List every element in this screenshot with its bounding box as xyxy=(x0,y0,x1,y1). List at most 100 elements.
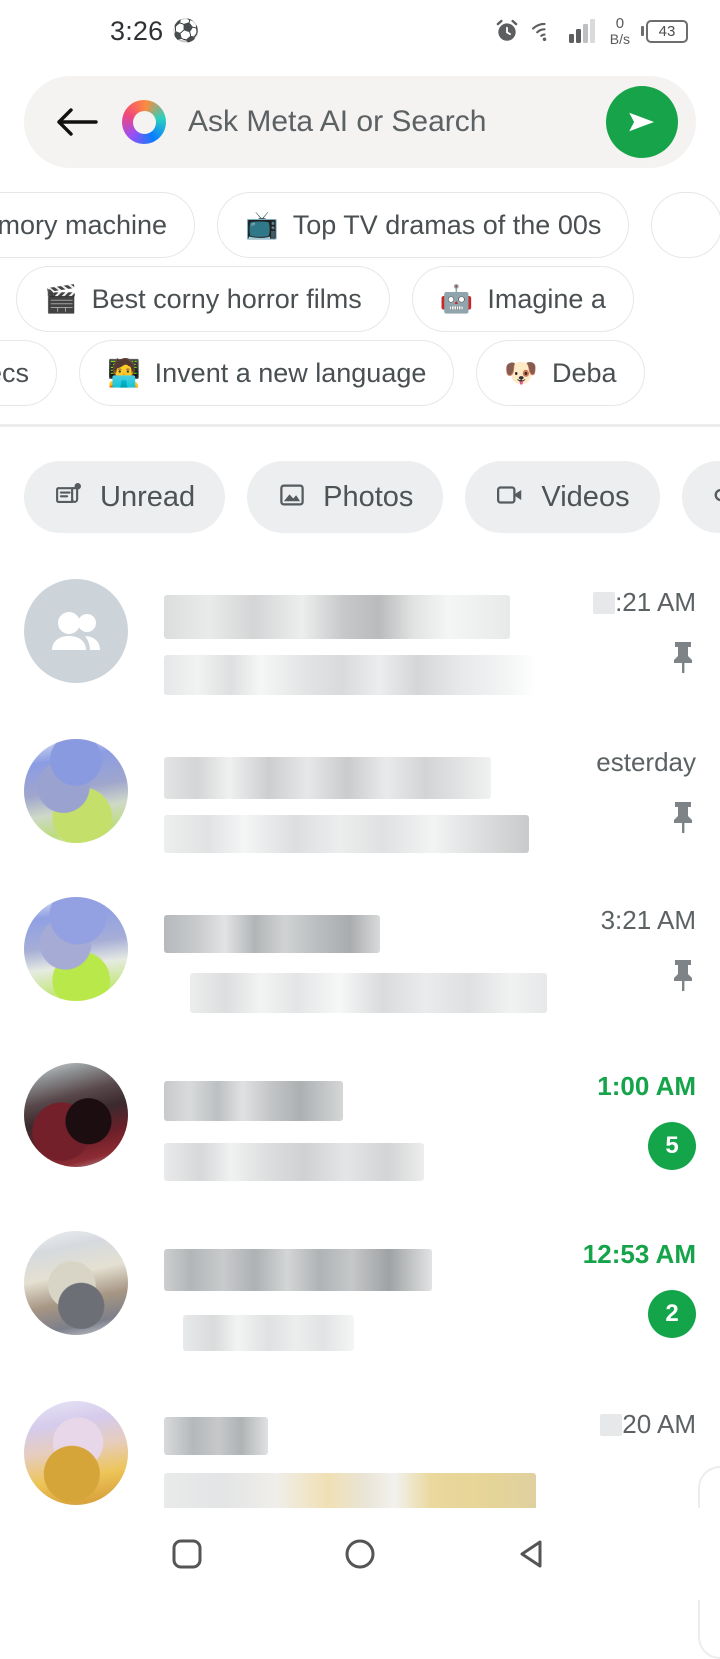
suggestion-chip-label: Deba xyxy=(552,357,617,388)
suggestion-chip[interactable]: memory machine xyxy=(0,192,196,258)
chat-list-item[interactable]: :21 AM xyxy=(0,573,720,695)
suggestion-chip[interactable]: 🐶 Deba xyxy=(476,340,645,406)
ai-suggestion-chips: memory machine 📺 Top TV dramas of the 00… xyxy=(0,168,720,410)
link-icon xyxy=(712,480,720,515)
unread-badge: 2 xyxy=(648,1290,696,1338)
photo-icon xyxy=(277,480,307,515)
filter-chip-label: Unread xyxy=(100,480,196,513)
suggestion-row-1: memory machine 📺 Top TV dramas of the 00… xyxy=(0,188,720,262)
back-triangle-icon[interactable] xyxy=(496,1517,570,1591)
avatar-pixelated-image xyxy=(24,1231,128,1335)
avatar[interactable] xyxy=(24,1231,128,1335)
suggestion-chip[interactable]: 🧑‍💻 Invent a new language xyxy=(79,340,455,406)
chat-meta-block: esterday xyxy=(546,733,696,853)
status-bar-right: 0 B/s 43 xyxy=(494,16,688,46)
recents-square-icon[interactable] xyxy=(150,1517,224,1591)
filter-chip-unread[interactable]: Unread xyxy=(24,461,226,533)
wifi-icon xyxy=(531,20,558,42)
chat-preview-redacted xyxy=(164,815,529,853)
search-input[interactable]: Ask Meta AI or Search xyxy=(188,105,606,139)
search-bar-container: Ask Meta AI or Search xyxy=(0,62,720,168)
timestamp-redaction xyxy=(600,1414,623,1436)
chat-text-block xyxy=(128,1225,546,1351)
chat-text-block xyxy=(128,733,546,853)
alarm-clock-icon xyxy=(494,18,520,44)
filter-chip-label: Photos xyxy=(323,480,414,513)
status-time: 3:26 xyxy=(110,15,164,46)
back-arrow-icon[interactable] xyxy=(54,99,100,145)
chat-title-redacted xyxy=(164,1081,343,1121)
pin-icon xyxy=(670,958,696,997)
meta-ai-ring-icon[interactable] xyxy=(122,100,166,144)
unread-message-icon xyxy=(54,480,84,515)
chat-meta-block: :21 AM xyxy=(546,573,696,695)
chat-timestamp: 20 AM xyxy=(600,1409,696,1440)
suggestion-chip-label: Top TV dramas of the 00s xyxy=(292,209,602,240)
chat-title-redacted xyxy=(164,915,380,953)
suggestion-chip[interactable]: 📺 Top TV dramas of the 00s xyxy=(217,192,630,258)
avatar[interactable] xyxy=(24,739,128,843)
chat-title-redacted xyxy=(164,595,510,639)
data-rate-unit: B/s xyxy=(609,31,630,47)
suggestion-chip-label: ice recs xyxy=(0,357,30,388)
timestamp-redaction xyxy=(593,592,616,614)
avatar[interactable] xyxy=(24,897,128,1001)
suggestion-chip[interactable]: 🤖 Imagine a xyxy=(411,266,634,332)
status-bar: 3:26 ⚽ 0 B/s 43 xyxy=(0,0,720,62)
status-bar-left: 3:26 ⚽ xyxy=(110,16,200,47)
chat-meta-block: 3:21 AM xyxy=(546,891,696,1013)
filter-chip-photos[interactable]: Photos xyxy=(247,461,444,533)
dog-emoji-icon: 🐶 xyxy=(504,357,538,388)
chat-list: :21 AM esterday 3:21 AM 1:00 AM 5 12:53 … xyxy=(0,573,720,1659)
unread-badge: 5 xyxy=(648,1122,696,1170)
data-rate-value: 0 xyxy=(615,15,625,32)
pin-icon xyxy=(670,640,696,679)
avatar-pixelated-image xyxy=(24,1063,128,1167)
filter-chip-videos[interactable]: Videos xyxy=(465,461,660,533)
chat-list-item[interactable]: 20 AM xyxy=(0,1395,720,1513)
chat-meta-block: 20 AM xyxy=(546,1395,696,1513)
chat-preview-redacted xyxy=(182,1315,354,1351)
chat-timestamp: 12:53 AM xyxy=(582,1239,696,1269)
chat-timestamp: 1:00 AM xyxy=(597,1071,696,1101)
cellular-signal-icon xyxy=(568,19,599,43)
soccer-ball-icon: ⚽ xyxy=(172,18,200,43)
chat-timestamp: :21 AM xyxy=(593,587,696,618)
suggestion-row-3: ice recs 🧑‍💻 Invent a new language 🐶 Deb… xyxy=(0,336,720,410)
suggestion-chip[interactable]: ice recs xyxy=(0,340,58,406)
search-bar[interactable]: Ask Meta AI or Search xyxy=(24,76,696,168)
send-button[interactable] xyxy=(606,86,678,158)
chat-title-redacted xyxy=(164,757,492,799)
avatar[interactable] xyxy=(24,1401,128,1505)
battery-level: 43 xyxy=(646,19,688,43)
group-avatar[interactable] xyxy=(24,579,128,683)
chat-title-redacted xyxy=(164,1249,432,1291)
suggestion-row-2: tips 🎬 Best corny horror films 🤖 Imagine… xyxy=(0,262,720,336)
suggestion-chip[interactable]: 🎬 Best corny horror films xyxy=(16,266,390,332)
chat-list-item[interactable]: esterday xyxy=(0,733,720,853)
chat-meta-block: 1:00 AM 5 xyxy=(546,1057,696,1181)
chat-preview-redacted xyxy=(164,655,536,695)
filter-chip-row: Unread Photos Videos L xyxy=(0,427,720,533)
video-camera-icon xyxy=(495,480,525,515)
avatar[interactable] xyxy=(24,1063,128,1167)
chat-list-item[interactable]: 3:21 AM xyxy=(0,891,720,1013)
suggestion-chip-partial[interactable] xyxy=(651,192,720,258)
data-rate-indicator: 0 B/s xyxy=(610,16,630,46)
chat-preview-redacted xyxy=(164,1143,425,1181)
chat-title-redacted xyxy=(164,1417,269,1455)
filter-chip-links[interactable]: L xyxy=(681,461,720,533)
filter-chip-label: Videos xyxy=(541,480,630,513)
chat-text-block xyxy=(128,573,546,695)
chat-meta-block: 12:53 AM 2 xyxy=(546,1225,696,1351)
chat-list-item[interactable]: 1:00 AM 5 xyxy=(0,1057,720,1181)
avatar-pixelated-image xyxy=(24,1401,128,1505)
home-circle-icon[interactable] xyxy=(323,1517,397,1591)
chat-text-block xyxy=(128,1057,546,1181)
tv-emoji-icon: 📺 xyxy=(245,209,279,240)
chat-timestamp: esterday xyxy=(596,747,696,777)
chat-list-item[interactable]: 12:53 AM 2 xyxy=(0,1225,720,1351)
robot-emoji-icon: 🤖 xyxy=(439,283,474,314)
chat-preview-redacted xyxy=(190,973,548,1013)
battery-icon: 43 xyxy=(641,19,688,43)
